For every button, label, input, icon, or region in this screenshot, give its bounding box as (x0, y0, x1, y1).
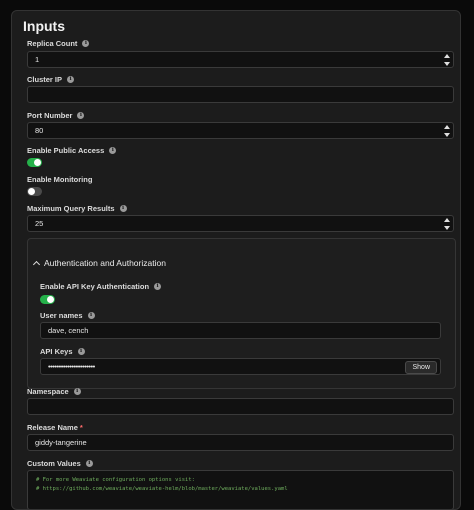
enable-public-access-toggle[interactable] (27, 158, 42, 167)
panel-title: Inputs (23, 18, 65, 34)
max-query-results-stepper[interactable] (444, 218, 450, 230)
user-names-label: User names i (40, 311, 95, 320)
inputs-panel: Inputs Replica Count i 1 Cluster IP i Po… (11, 10, 461, 510)
chevron-up-icon[interactable] (32, 260, 41, 269)
stepper-up-icon[interactable] (444, 54, 450, 58)
info-icon[interactable]: i (77, 348, 85, 355)
replica-count-stepper[interactable] (444, 54, 450, 66)
enable-api-key-label: Enable API Key Authentication i (40, 282, 162, 291)
max-query-results-input[interactable]: 25 (27, 215, 454, 232)
release-name-input[interactable]: giddy-tangerine (27, 434, 454, 451)
port-number-label: Port Number i (27, 111, 85, 120)
stepper-up-icon[interactable] (444, 125, 450, 129)
auth-group-header[interactable]: Authentication and Authorization (32, 258, 166, 269)
stepper-down-icon[interactable] (444, 62, 450, 66)
enable-api-key-toggle[interactable] (40, 295, 55, 304)
user-names-input[interactable]: dave, cench (40, 322, 441, 339)
stepper-up-icon[interactable] (444, 218, 450, 222)
namespace-label: Namespace i (27, 387, 81, 396)
stepper-down-icon[interactable] (444, 226, 450, 230)
code-line: # https://github.com/weaviate/weaviate-h… (36, 485, 288, 492)
info-icon[interactable]: i (87, 312, 95, 319)
required-marker: * (79, 423, 83, 432)
namespace-input[interactable] (27, 398, 454, 415)
enable-public-access-label: Enable Public Access i (27, 146, 117, 155)
info-icon[interactable]: i (119, 205, 127, 212)
stepper-down-icon[interactable] (444, 133, 450, 137)
show-api-keys-button[interactable]: Show (405, 361, 437, 374)
custom-values-editor[interactable]: # For more Weaviate configuration option… (27, 470, 454, 509)
info-icon[interactable]: i (77, 112, 85, 119)
toggle-knob (34, 159, 41, 166)
info-icon[interactable]: i (109, 147, 117, 154)
custom-values-label: Custom Values i (27, 459, 93, 468)
info-icon[interactable]: i (73, 388, 81, 395)
info-icon[interactable]: i (85, 460, 93, 467)
code-line: # For more Weaviate configuration option… (36, 477, 195, 483)
info-icon[interactable]: i (154, 283, 162, 290)
cluster-ip-label: Cluster IP i (27, 75, 75, 84)
replica-count-input[interactable]: 1 (27, 51, 454, 68)
enable-monitoring-label: Enable Monitoring (27, 175, 93, 184)
enable-monitoring-toggle[interactable] (27, 187, 42, 196)
replica-count-label: Replica Count i (27, 39, 90, 48)
toggle-knob (28, 188, 35, 195)
info-icon[interactable]: i (82, 40, 90, 47)
port-number-stepper[interactable] (444, 125, 450, 137)
api-keys-label: API Keys i (40, 347, 85, 356)
api-keys-input[interactable]: •••••••••••••••••••••• Show (40, 358, 441, 375)
auth-group: Authentication and Authorization Enable … (27, 238, 456, 389)
info-icon[interactable]: i (67, 76, 75, 83)
max-query-results-label: Maximum Query Results i (27, 204, 127, 213)
toggle-knob (47, 296, 54, 303)
port-number-input[interactable]: 80 (27, 122, 454, 139)
release-name-label: Release Name * (27, 423, 83, 432)
cluster-ip-input[interactable] (27, 86, 454, 103)
